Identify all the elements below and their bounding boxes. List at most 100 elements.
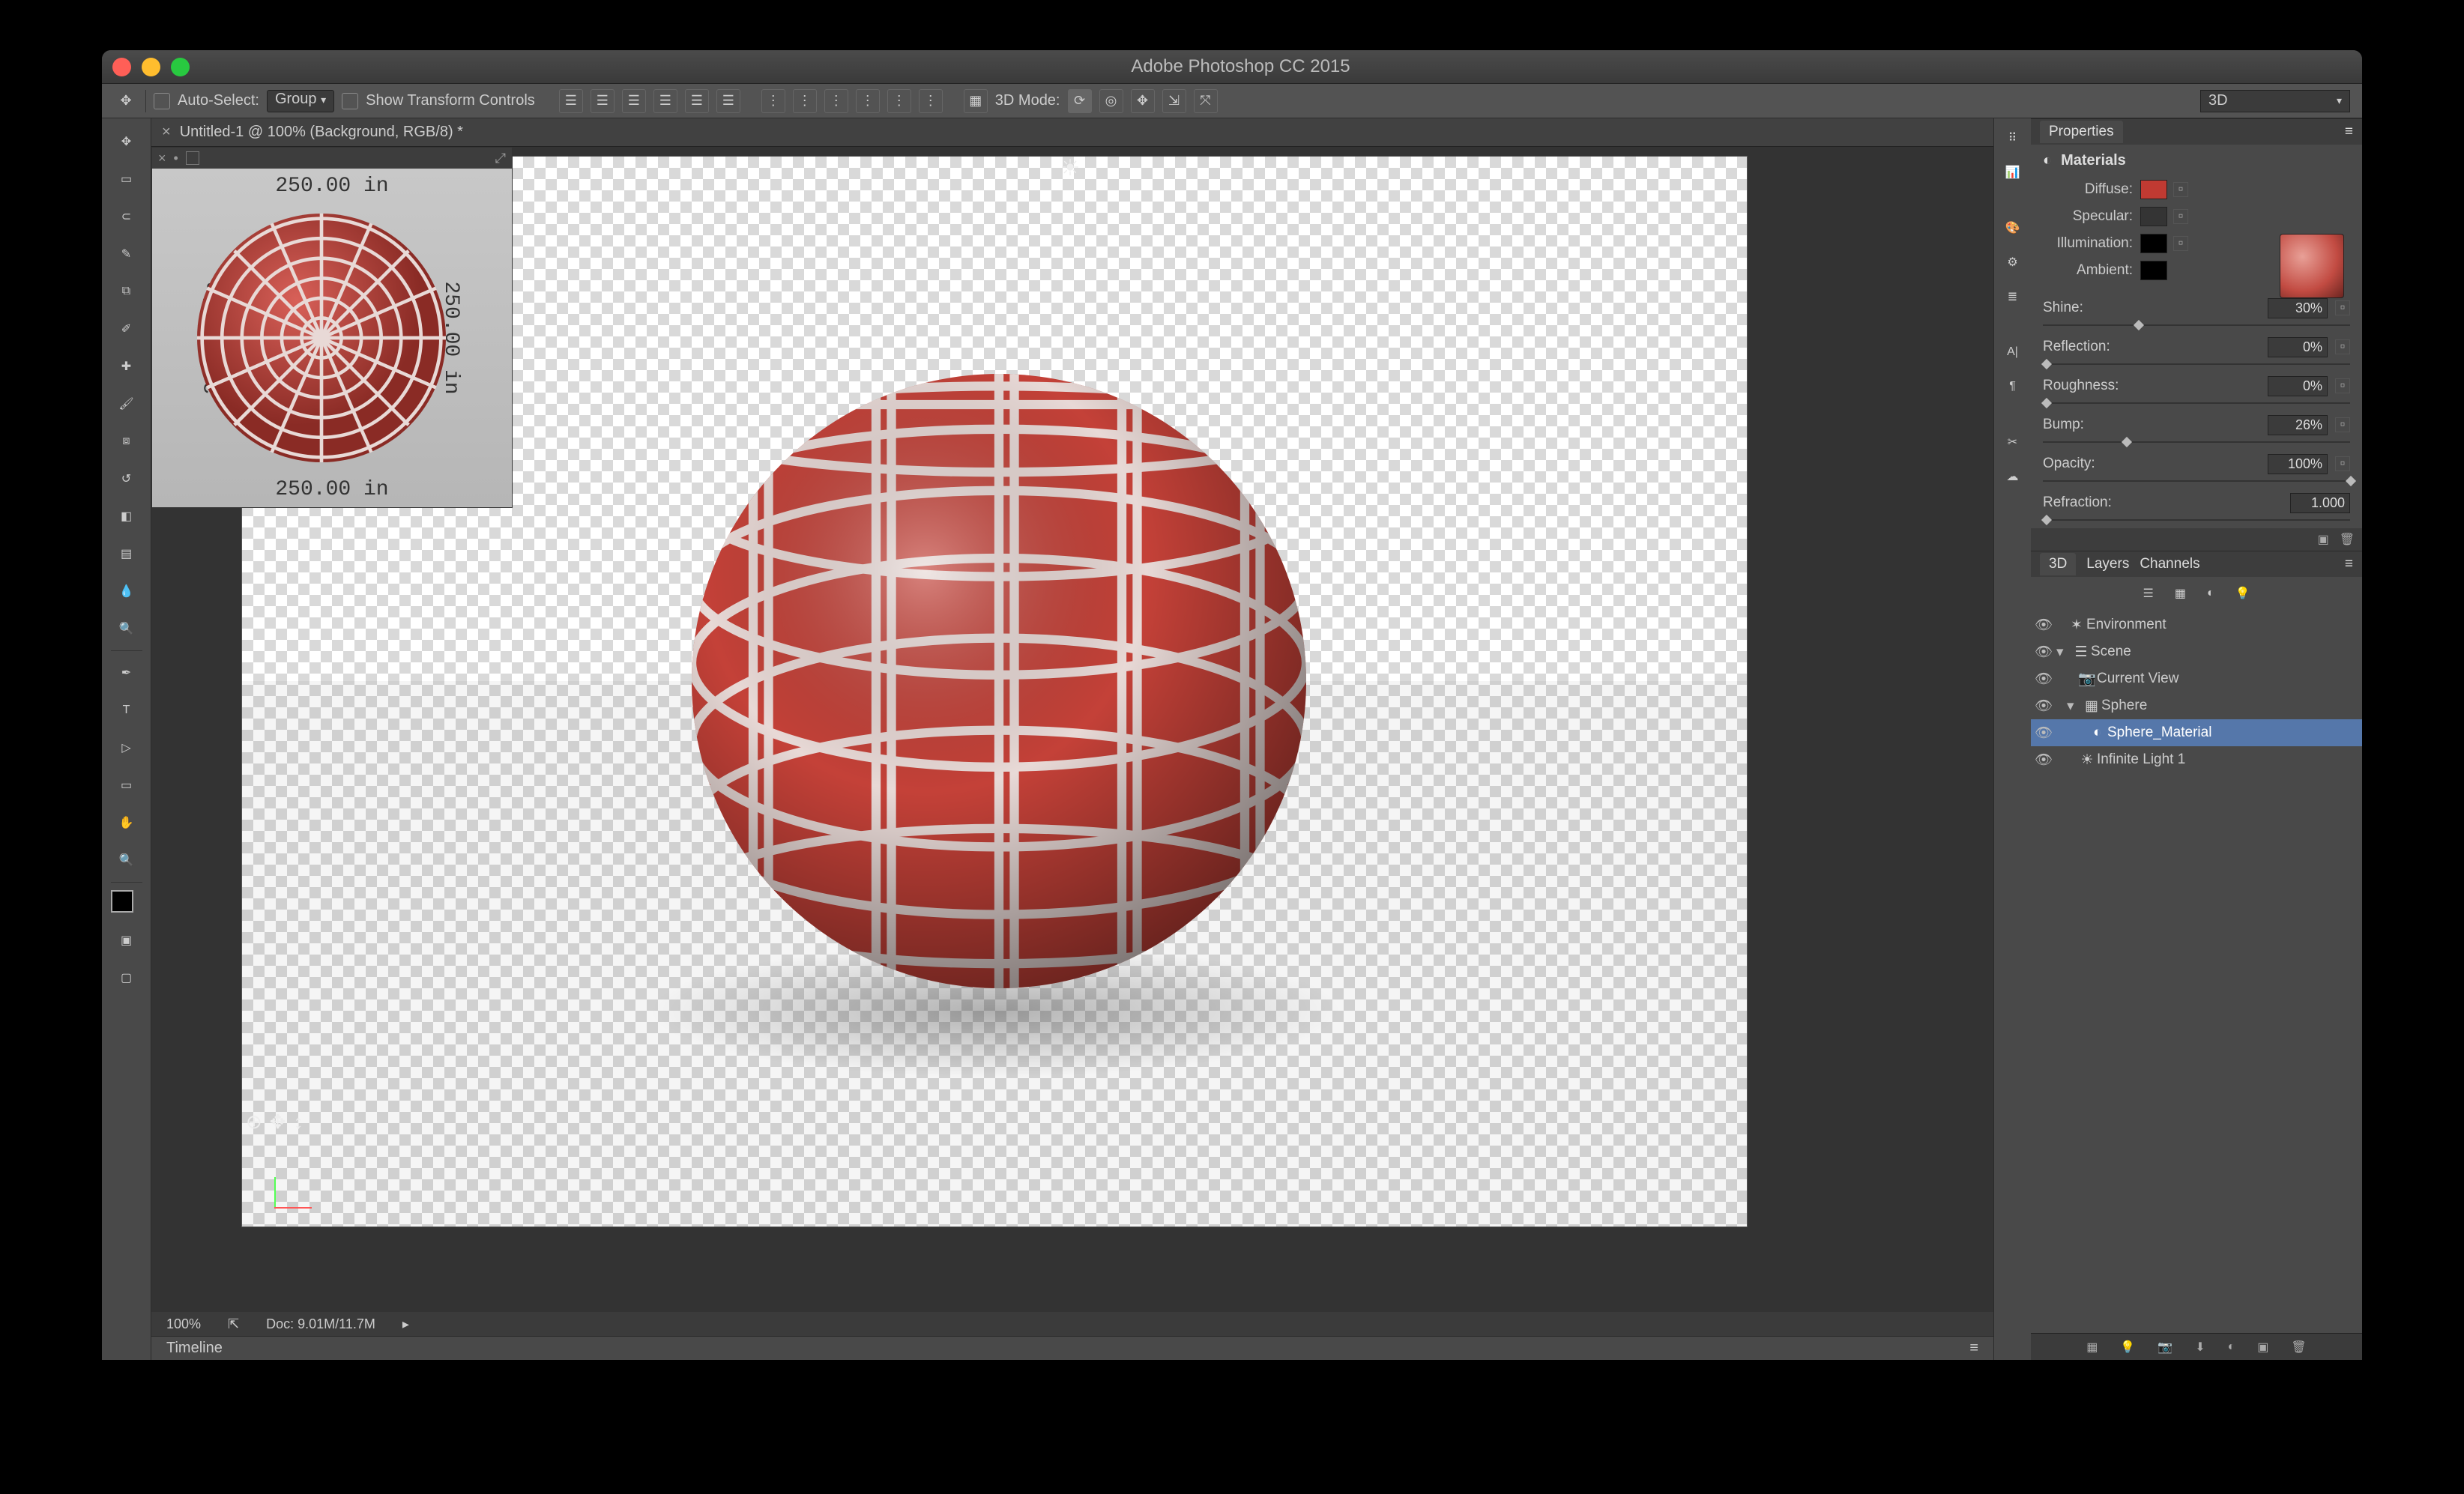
distribute-a-icon[interactable]: ⋮ [761,89,785,113]
render-settings-icon[interactable]: ▣ [2318,532,2329,547]
panel-bot-e-icon[interactable]: ◐ [2228,1340,2235,1354]
panel-bot-b-icon[interactable]: 💡 [2120,1340,2135,1355]
document-tab[interactable]: × Untitled-1 @ 100% (Background, RGB/8) … [151,118,1993,147]
zoom-window-icon[interactable] [171,58,190,76]
eyedropper-tool[interactable]: ✐ [109,311,145,347]
history-brush-tool[interactable]: ↺ [109,461,145,497]
material-preview[interactable] [2280,234,2344,298]
tree-sphere-material[interactable]: Sphere_Material [2107,725,2211,741]
eye-icon[interactable]: 👁 [2031,643,2056,661]
close-window-icon[interactable] [112,58,131,76]
paragraph-icon[interactable]: ¶ [1999,373,2026,400]
rotate-3d-icon[interactable]: ⟳ [1068,89,1092,113]
distribute-d-icon[interactable]: ⋮ [856,89,880,113]
specular-swatch[interactable] [2140,207,2167,226]
quickmask-toggle[interactable]: ▣ [109,922,145,958]
align-hcenter-icon[interactable]: ☰ [591,89,615,113]
opacity-input[interactable] [2268,454,2328,474]
slide-3d-icon[interactable]: ⇲ [1162,89,1186,113]
refraction-input[interactable] [2290,493,2350,513]
shine-texmenu-icon[interactable]: ▫ [2335,300,2350,315]
color-swatches[interactable] [111,890,142,922]
ambient-swatch[interactable] [2140,261,2167,280]
eye-icon[interactable]: 👁 [2031,616,2056,634]
blur-tool[interactable]: 💧 [109,573,145,609]
align-bottom-icon[interactable]: ☰ [716,89,740,113]
distribute-f-icon[interactable]: ⋮ [919,89,943,113]
chevron-down-icon[interactable]: ▾ [2067,698,2082,715]
status-more-icon[interactable]: ▸ [402,1316,409,1332]
eraser-tool[interactable]: ◧ [109,498,145,534]
marquee-tool[interactable]: ▭ [109,161,145,197]
tab-layers[interactable]: Layers [2086,556,2129,572]
dock-handle-icon[interactable]: ⠿ [1999,124,2026,151]
uv-expand-icon[interactable]: ⤢ [495,151,506,166]
brush-tool[interactable]: 🖌 [109,386,145,422]
eye-icon[interactable]: 👁 [2031,670,2056,688]
diffuse-swatch[interactable] [2140,180,2167,199]
panel-bot-d-icon[interactable]: ⬇ [2195,1340,2205,1355]
brush-panel-icon[interactable]: 🎨 [1999,214,2026,241]
hand-tool[interactable]: ✋ [109,805,145,841]
timeline-panel[interactable]: Timeline ≡ [151,1336,1993,1360]
specular-texmenu-icon[interactable]: ▫ [2173,209,2188,224]
filter-light-icon[interactable]: 💡 [2235,586,2250,601]
tree-scene[interactable]: Scene [2091,644,2131,660]
eye-icon[interactable]: 👁 [2031,724,2056,742]
bump-texmenu-icon[interactable]: ▫ [2335,417,2350,432]
workspace-switcher[interactable]: 3D▾ [2200,90,2350,112]
move-tool[interactable]: ✥ [109,124,145,160]
timeline-menu-icon[interactable]: ≡ [1969,1340,1978,1357]
panel-menu-icon-2[interactable]: ≡ [2345,556,2353,572]
scissors-icon[interactable]: ✂ [1999,429,2026,456]
uv-pin-icon[interactable]: • [174,151,178,166]
opacity-texmenu-icon[interactable]: ▫ [2335,456,2350,471]
type-tool[interactable]: T [109,692,145,728]
roll-3d-icon[interactable]: ◎ [1099,89,1123,113]
panel-bot-a-icon[interactable]: ▦ [2086,1340,2098,1355]
eye-icon[interactable]: 👁 [2031,751,2056,769]
orbit-icon[interactable]: ⊕ [246,1110,262,1134]
gradient-tool[interactable]: ▤ [109,536,145,572]
align-top-icon[interactable]: ☰ [653,89,677,113]
auto-select-checkbox[interactable] [154,93,170,109]
filter-scene-icon[interactable]: ☰ [2143,586,2153,601]
drag-3d-icon[interactable]: ✥ [1131,89,1155,113]
shine-input[interactable] [2268,298,2328,318]
zoom-tool[interactable]: 🔍 [109,842,145,878]
show-transform-checkbox[interactable] [342,93,358,109]
pan-icon[interactable]: ✥ [270,1110,286,1134]
illumination-texmenu-icon[interactable]: ▫ [2173,236,2188,251]
adjustments-icon[interactable]: ⚙ [1999,249,2026,276]
scale-3d-icon[interactable]: ⤧ [1194,89,1218,113]
zoom-level[interactable]: 100% [166,1316,201,1332]
uv-overlay-panel[interactable]: × • ⤢ 250.00 in 250.00 in 250.00 in 250.… [151,147,513,508]
distribute-b-icon[interactable]: ⋮ [793,89,817,113]
distribute-e-icon[interactable]: ⋮ [887,89,911,113]
diffuse-texmenu-icon[interactable]: ▫ [2173,182,2188,197]
styles-icon[interactable]: ≣ [1999,283,2026,310]
dolly-icon[interactable]: ↕ [294,1110,304,1134]
illumination-swatch[interactable] [2140,234,2167,253]
minimize-window-icon[interactable] [142,58,160,76]
tree-sphere[interactable]: Sphere [2101,698,2147,714]
screenmode-toggle[interactable]: ▢ [109,960,145,996]
panel-bot-trash-icon[interactable]: 🗑 [2291,1340,2306,1355]
dodge-tool[interactable]: 🔍 [109,611,145,647]
panel-bot-new-icon[interactable]: ▣ [2257,1340,2268,1355]
panel-menu-icon[interactable]: ≡ [2345,124,2353,140]
auto-align-icon[interactable]: ▦ [964,89,988,113]
tree-current-view[interactable]: Current View [2097,671,2178,687]
align-left-icon[interactable]: ☰ [559,89,583,113]
cloud-icon[interactable]: ☁ [1999,463,2026,490]
histogram-icon[interactable]: 📊 [1999,159,2026,186]
character-icon[interactable]: A| [1999,339,2026,366]
light-widget-icon[interactable]: ☀ [1059,157,1081,179]
close-tab-icon[interactable]: × [162,124,171,141]
tab-3d[interactable]: 3D [2040,553,2076,575]
stamp-tool[interactable]: ⧈ [109,423,145,459]
uv-close-icon[interactable]: × [158,151,166,166]
distribute-c-icon[interactable]: ⋮ [824,89,848,113]
reflection-input[interactable] [2268,337,2328,357]
healing-tool[interactable]: ✚ [109,348,145,384]
